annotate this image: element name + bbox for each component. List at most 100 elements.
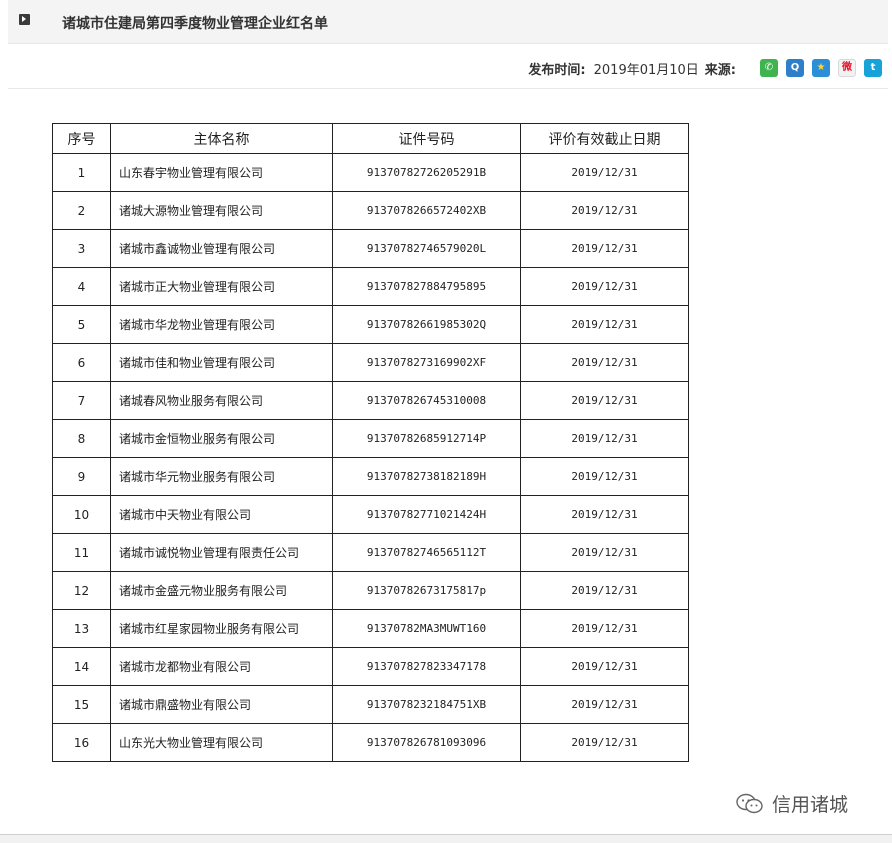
table-row: 14 诸城市龙都物业有限公司 913707827823347178 2019/12/3…: [52, 647, 689, 686]
arrow-right-icon: [19, 14, 30, 25]
certificate-number: 913707827823347178: [332, 647, 521, 686]
certificate-number: 913707827884795895: [332, 267, 521, 306]
entity-name: 诸城市华元物业服务有限公司: [110, 457, 333, 496]
row-index: 8: [52, 419, 111, 458]
article-title-bar: 诸城市住建局第四季度物业管理企业红名单: [8, 0, 888, 44]
table-row: 9 诸城市华元物业服务有限公司 91370782738182189H 2019/12/…: [52, 457, 689, 496]
expiry-date: 2019/12/31: [520, 305, 689, 344]
table-header-row: 序号 主体名称 证件号码 评价有效截止日期: [52, 123, 689, 154]
entity-name: 诸城市龙都物业有限公司: [110, 647, 333, 686]
row-index: 14: [52, 647, 111, 686]
entity-name: 山东光大物业管理有限公司: [110, 723, 333, 762]
expiry-date: 2019/12/31: [520, 381, 689, 420]
row-index: 13: [52, 609, 111, 648]
table-row: 4 诸城市正大物业管理有限公司 913707827884795895 2019/12/…: [52, 267, 689, 306]
row-index: 12: [52, 571, 111, 610]
expiry-date: 2019/12/31: [520, 571, 689, 610]
expiry-date: 2019/12/31: [520, 191, 689, 230]
header-entity-name: 主体名称: [110, 123, 333, 154]
expiry-date: 2019/12/31: [520, 419, 689, 458]
wechat-watermark: 信用诸城: [736, 790, 848, 817]
tencent-weibo-icon[interactable]: t: [864, 59, 882, 77]
article-meta: 发布时间: 2019年01月10日 来源: ✆ Q ★ 微 t: [528, 58, 882, 78]
row-index: 15: [52, 685, 111, 724]
certificate-number: 91370782MA3MUWT160: [332, 609, 521, 648]
table-row: 8 诸城市金恒物业服务有限公司 91370782685912714P 2019/12/…: [52, 419, 689, 458]
certificate-number: 9137078273169902XF: [332, 343, 521, 382]
row-index: 9: [52, 457, 111, 496]
row-index: 3: [52, 229, 111, 268]
entity-name: 诸城市华龙物业管理有限公司: [110, 305, 333, 344]
certificate-number: 91370782685912714P: [332, 419, 521, 458]
entity-name: 诸城大源物业管理有限公司: [110, 191, 333, 230]
row-index: 11: [52, 533, 111, 572]
expiry-date: 2019/12/31: [520, 457, 689, 496]
wechat-logo-icon: [736, 793, 763, 813]
entity-name: 诸城市鼎盛物业有限公司: [110, 685, 333, 724]
certificate-number: 913707826745310008: [332, 381, 521, 420]
entity-name: 诸城市金恒物业服务有限公司: [110, 419, 333, 458]
expiry-date: 2019/12/31: [520, 267, 689, 306]
entity-name: 诸城市中天物业有限公司: [110, 495, 333, 534]
divider: [8, 88, 888, 89]
table-row: 10 诸城市中天物业有限公司 91370782771021424H 2019/12/3…: [52, 495, 689, 534]
certificate-number: 9137078266572402XB: [332, 191, 521, 230]
qzone-icon[interactable]: ★: [812, 59, 830, 77]
header-index: 序号: [52, 123, 111, 154]
certificate-number: 91370782746579020L: [332, 229, 521, 268]
table-row: 13 诸城市红星家园物业服务有限公司 91370782MA3MUWT160 2019/…: [52, 609, 689, 648]
entity-name: 诸城市金盛元物业服务有限公司: [110, 571, 333, 610]
table-row: 15 诸城市鼎盛物业有限公司 9137078232184751XB 2019/12/3…: [52, 685, 689, 724]
certificate-number: 91370782738182189H: [332, 457, 521, 496]
source-label: 来源:: [704, 62, 736, 78]
entity-name: 诸城市佳和物业管理有限公司: [110, 343, 333, 382]
red-list-table: 序号 主体名称 证件号码 评价有效截止日期 1 山东春宇物业管理有限公司 91370…: [52, 123, 689, 762]
expiry-date: 2019/12/31: [520, 229, 689, 268]
row-index: 1: [52, 153, 111, 192]
table-row: 2 诸城大源物业管理有限公司 9137078266572402XB 2019/12/3…: [52, 191, 689, 230]
table-row: 12 诸城市金盛元物业服务有限公司 91370782673175817p 2019/1…: [52, 571, 689, 610]
page-title: 诸城市住建局第四季度物业管理企业红名单: [62, 16, 328, 32]
row-index: 6: [52, 343, 111, 382]
bottom-toolbar-strip: [0, 834, 892, 843]
table-row: 11 诸城市诚悦物业管理有限责任公司 91370782746565112T 2019/…: [52, 533, 689, 572]
qq-icon[interactable]: Q: [786, 59, 804, 77]
certificate-number: 91370782746565112T: [332, 533, 521, 572]
table-body: 1 山东春宇物业管理有限公司 91370782726205291B 2019/12/3…: [52, 153, 689, 762]
certificate-number: 91370782771021424H: [332, 495, 521, 534]
header-expiry-date: 评价有效截止日期: [520, 123, 689, 154]
entity-name: 山东春宇物业管理有限公司: [110, 153, 333, 192]
table-row: 5 诸城市华龙物业管理有限公司 91370782661985302Q 2019/12/…: [52, 305, 689, 344]
expiry-date: 2019/12/31: [520, 609, 689, 648]
table-row: 1 山东春宇物业管理有限公司 91370782726205291B 2019/12/3…: [52, 153, 689, 192]
watermark-text: 信用诸城: [772, 794, 849, 816]
row-index: 16: [52, 723, 111, 762]
expiry-date: 2019/12/31: [520, 495, 689, 534]
row-index: 7: [52, 381, 111, 420]
row-index: 2: [52, 191, 111, 230]
entity-name: 诸城春风物业服务有限公司: [110, 381, 333, 420]
expiry-date: 2019/12/31: [520, 685, 689, 724]
table-row: 6 诸城市佳和物业管理有限公司 9137078273169902XF 2019/12/…: [52, 343, 689, 382]
expiry-date: 2019/12/31: [520, 533, 689, 572]
publish-date: 2019年01月10日: [593, 62, 699, 78]
entity-name: 诸城市鑫诚物业管理有限公司: [110, 229, 333, 268]
certificate-number: 913707826781093096: [332, 723, 521, 762]
weibo-icon[interactable]: 微: [838, 59, 856, 77]
table-row: 7 诸城春风物业服务有限公司 913707826745310008 2019/12/3…: [52, 381, 689, 420]
expiry-date: 2019/12/31: [520, 343, 689, 382]
expiry-date: 2019/12/31: [520, 723, 689, 762]
row-index: 4: [52, 267, 111, 306]
certificate-number: 91370782673175817p: [332, 571, 521, 610]
share-toolbar: ✆ Q ★ 微 t: [760, 59, 882, 77]
entity-name: 诸城市红星家园物业服务有限公司: [110, 609, 333, 648]
table-row: 16 山东光大物业管理有限公司 913707826781093096 2019/12/…: [52, 723, 689, 762]
certificate-number: 91370782726205291B: [332, 153, 521, 192]
row-index: 5: [52, 305, 111, 344]
wechat-icon[interactable]: ✆: [760, 59, 778, 77]
entity-name: 诸城市正大物业管理有限公司: [110, 267, 333, 306]
row-index: 10: [52, 495, 111, 534]
certificate-number: 9137078232184751XB: [332, 685, 521, 724]
expiry-date: 2019/12/31: [520, 153, 689, 192]
publish-time-label: 发布时间:: [528, 62, 586, 78]
